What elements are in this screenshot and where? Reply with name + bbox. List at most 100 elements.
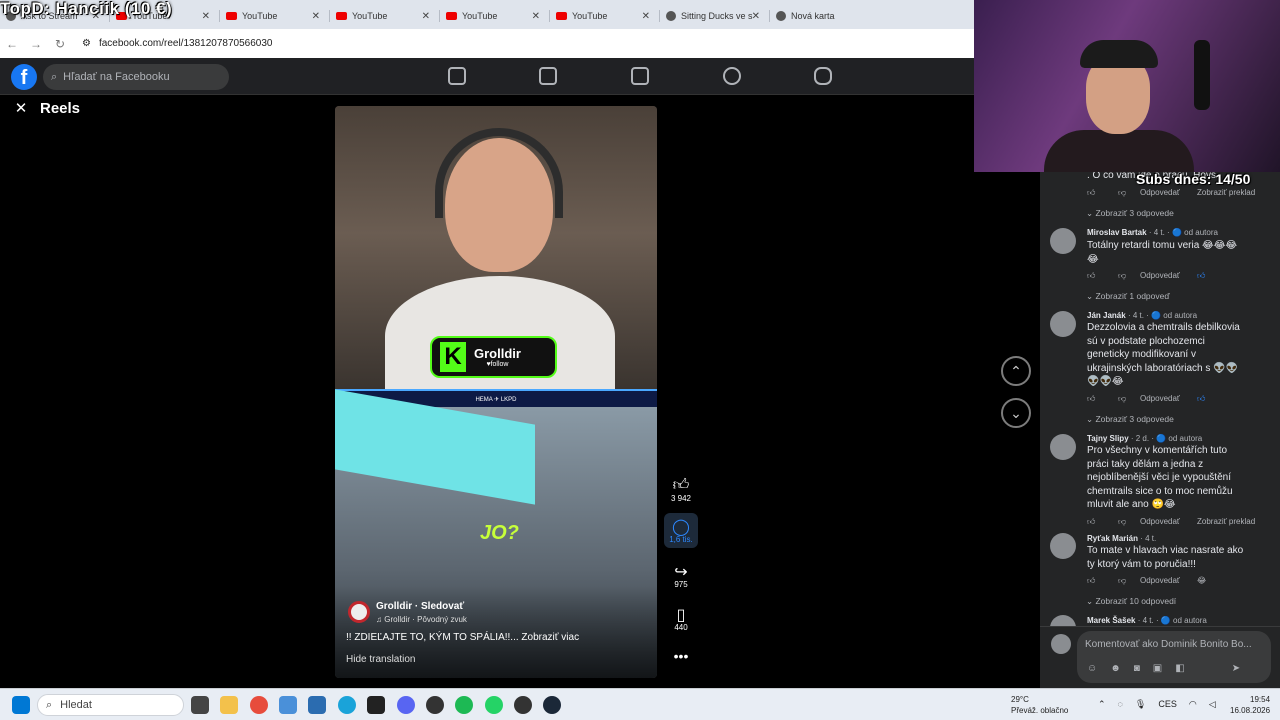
close-tab-icon[interactable]: ✕ — [422, 11, 430, 22]
volume-icon[interactable]: ◁ — [1209, 699, 1216, 710]
close-tab-icon[interactable]: ✕ — [202, 11, 210, 22]
follow-link[interactable]: · Sledovať — [415, 601, 464, 612]
close-tab-icon[interactable]: ✕ — [532, 11, 540, 22]
forward-arrow-icon[interactable]: → — [24, 37, 48, 51]
comment-input[interactable]: Komentovať ako Dominik Bonito Bo... ☺ ☻ … — [1077, 631, 1271, 683]
site-info-icon[interactable]: ⚙ — [82, 38, 91, 49]
avatar[interactable] — [1050, 434, 1076, 460]
clock[interactable]: 19:54 16.08.2026 — [1230, 694, 1270, 716]
comment-author[interactable]: Miroslav Bartak · 4 t. · 🔵 od autora — [1087, 228, 1218, 237]
home-icon[interactable] — [448, 67, 466, 85]
chevron-up-icon[interactable]: ⌃ — [1098, 699, 1106, 710]
reply-link[interactable]: Odpovedať — [1140, 576, 1197, 586]
reply-link[interactable]: Odpovedať — [1140, 188, 1197, 198]
browser-tab[interactable]: YouTube ✕ — [220, 3, 330, 29]
like-icon[interactable]: 👍︎ — [1087, 517, 1118, 527]
like-button[interactable]: 👍︎ 3 942 — [664, 476, 698, 503]
video-caption[interactable]: !! ZDIEĽAJTE TO, KÝM TO SPÁLIA!!... Zobr… — [346, 632, 579, 643]
gaming-icon[interactable] — [814, 67, 832, 85]
like-icon[interactable]: 👍︎ — [1087, 576, 1118, 586]
previous-reel-button[interactable]: ⌃ — [1001, 356, 1031, 386]
browser-tab[interactable]: YouTube ✕ — [550, 3, 660, 29]
steam-icon[interactable] — [543, 696, 561, 714]
comment-author[interactable]: Ján Janák · 4 t. · 🔵 od autora — [1087, 311, 1197, 320]
translate-link[interactable]: Zobraziť preklad — [1197, 517, 1255, 527]
obs-icon[interactable] — [426, 696, 444, 714]
file-explorer-icon[interactable] — [220, 696, 238, 714]
avatar-sticker-icon[interactable]: ☺ — [1087, 663, 1097, 674]
avatar[interactable] — [1050, 533, 1076, 559]
wifi-icon[interactable]: ◠ — [1189, 699, 1197, 710]
marketplace-icon[interactable] — [631, 67, 649, 85]
close-icon[interactable]: ✕ — [10, 98, 32, 120]
dislike-icon[interactable]: 👎︎ — [1118, 517, 1140, 527]
chrome-icon[interactable] — [250, 696, 268, 714]
comment-author[interactable]: Ryťak Marián · 4 t. — [1087, 534, 1156, 543]
reel-video[interactable]: K Grolldir ♥follow HEMA ✈ LKPD JO? — [335, 106, 657, 678]
comment-meta: · 4 t. · 🔵 od autora — [1137, 616, 1207, 625]
taskbar-search[interactable]: ⌕ Hledat — [37, 694, 184, 716]
send-icon[interactable]: ➤ — [1232, 663, 1240, 674]
facebook-search-input[interactable]: ⌕ Hľadať na Facebooku — [43, 64, 229, 90]
groups-icon[interactable] — [723, 67, 741, 85]
gif-icon[interactable]: ▣ — [1153, 663, 1162, 674]
share-button[interactable]: ↪ 975 — [664, 562, 698, 589]
audio-label[interactable]: ♫ Grolldir · Pôvodný zvuk — [376, 615, 467, 624]
close-tab-icon[interactable]: ✕ — [642, 11, 650, 22]
view-replies-link[interactable]: ⌄ Zobraziť 10 odpovedí — [1086, 596, 1176, 607]
back-arrow-icon[interactable]: ← — [0, 37, 24, 51]
more-options-icon[interactable]: ••• — [664, 648, 698, 664]
reply-link[interactable]: Odpovedať — [1140, 271, 1197, 281]
camera-icon[interactable]: ◙ — [1134, 663, 1140, 674]
comment-author[interactable]: Tajny Slipy · 2 d. · 🔵 od autora — [1087, 434, 1202, 443]
reply-link[interactable]: Odpovedať — [1140, 394, 1197, 404]
next-reel-button[interactable]: ⌄ — [1001, 398, 1031, 428]
discord-icon[interactable] — [397, 696, 415, 714]
view-replies-link[interactable]: ⌄ Zobraziť 1 odpoveď — [1086, 291, 1170, 302]
hide-translation-link[interactable]: Hide translation — [346, 654, 415, 665]
close-tab-icon[interactable]: ✕ — [752, 11, 760, 22]
dislike-icon[interactable]: 👎︎ — [1118, 188, 1140, 198]
weather-widget[interactable]: 29°C Převáž. oblačno — [1011, 694, 1068, 716]
reload-icon[interactable]: ↻ — [48, 37, 72, 51]
comment-author[interactable]: Marek Šašek · 4 t. · 🔵 od autora — [1087, 616, 1207, 625]
browser-tab[interactable]: Sitting Ducks ve s ✕ — [660, 3, 770, 29]
like-icon[interactable]: 👍︎ — [1087, 394, 1118, 404]
save-button[interactable]: ▯ 440 — [664, 605, 698, 632]
spotify-icon[interactable] — [455, 696, 473, 714]
translate-link[interactable]: Zobraziť preklad — [1197, 188, 1255, 198]
network-icon[interactable]: ◌ — [1118, 699, 1123, 710]
microphone-icon[interactable]: 🎙︎ — [1135, 699, 1146, 710]
browser-tab[interactable]: Nová karta — [770, 3, 880, 29]
dislike-icon[interactable]: 👎︎ — [1118, 576, 1140, 586]
sticker-icon[interactable]: ◧ — [1175, 663, 1184, 674]
video-icon[interactable] — [539, 67, 557, 85]
windows-start-icon[interactable] — [12, 696, 30, 714]
avatar[interactable] — [1050, 311, 1076, 337]
like-icon[interactable]: 👍︎ — [1087, 271, 1118, 281]
reply-link[interactable]: Odpovedať — [1140, 517, 1197, 527]
like-icon[interactable]: 👍︎ — [1087, 188, 1118, 198]
close-tab-icon[interactable]: ✕ — [312, 11, 320, 22]
capcut-icon[interactable] — [367, 696, 385, 714]
task-view-icon[interactable] — [191, 696, 209, 714]
emoji-icon[interactable]: ☻ — [1110, 663, 1121, 674]
url-field[interactable]: ⚙ facebook.com/reel/1381207870566030 — [82, 38, 272, 49]
comment-button[interactable]: ◯ 1,6 tis. — [664, 513, 698, 548]
view-replies-link[interactable]: ⌄ Zobraziť 3 odpovede — [1086, 208, 1174, 219]
dislike-icon[interactable]: 👎︎ — [1118, 271, 1140, 281]
language-indicator[interactable]: CES — [1158, 699, 1177, 710]
dislike-icon[interactable]: 👎︎ — [1118, 394, 1140, 404]
author-name[interactable]: Grolldir · Sledovať — [376, 601, 464, 612]
store-icon[interactable] — [279, 696, 297, 714]
facebook-logo-icon[interactable]: f — [11, 64, 37, 90]
author-avatar[interactable] — [348, 601, 370, 623]
browser-tab[interactable]: YouTube ✕ — [330, 3, 440, 29]
view-replies-link[interactable]: ⌄ Zobraziť 3 odpovede — [1086, 414, 1174, 425]
avatar[interactable] — [1050, 228, 1076, 254]
outlook-icon[interactable] — [308, 696, 326, 714]
browser-tab[interactable]: YouTube ✕ — [440, 3, 550, 29]
edge-icon[interactable] — [338, 696, 356, 714]
whatsapp-icon[interactable] — [485, 696, 503, 714]
app-icon[interactable] — [514, 696, 532, 714]
